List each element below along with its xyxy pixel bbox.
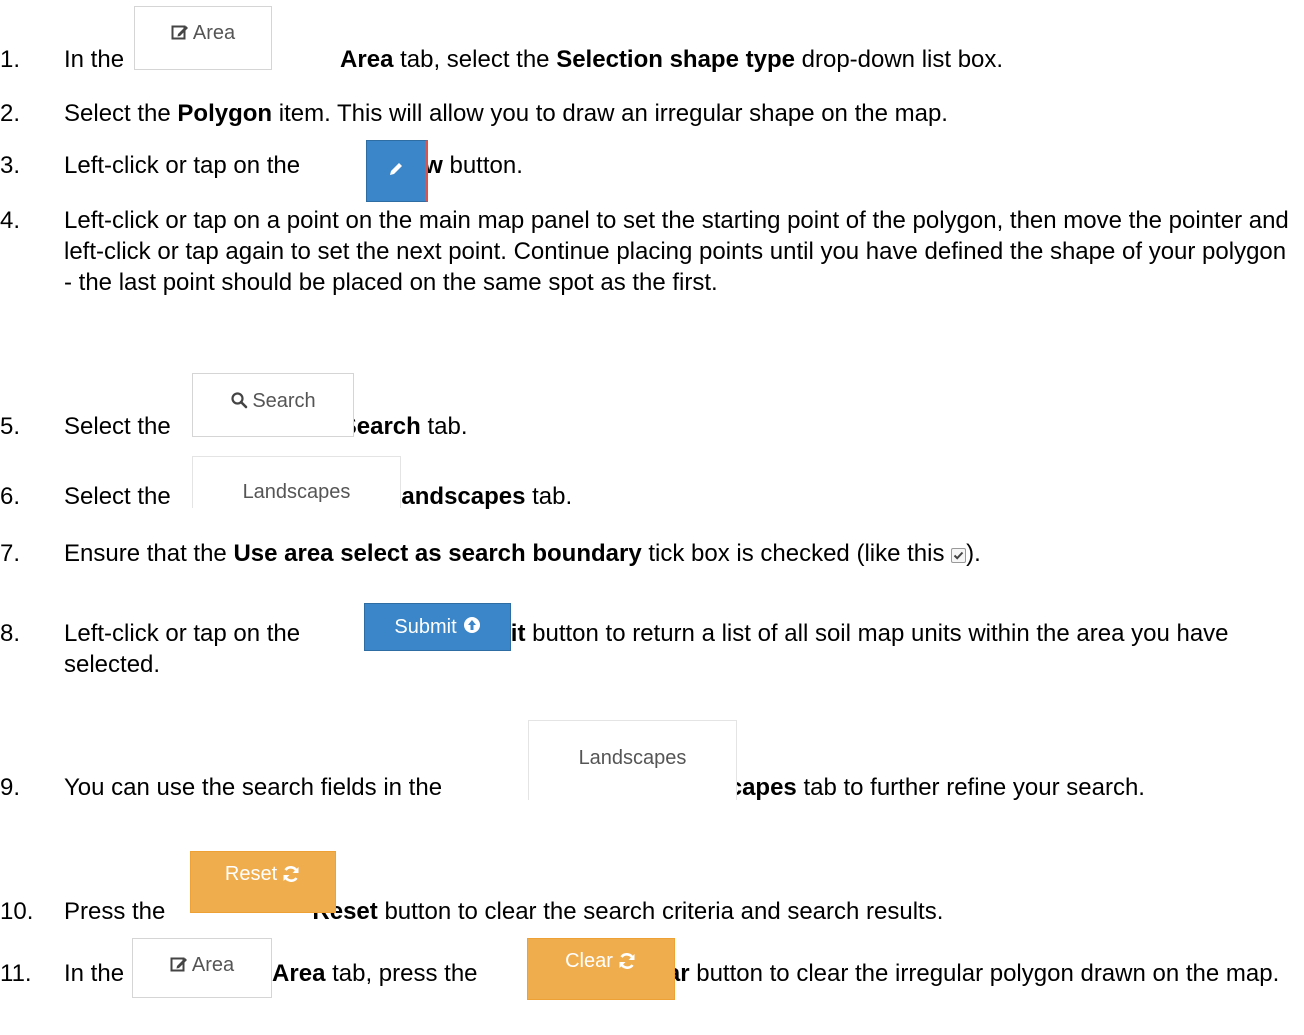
- draw-button[interactable]: [366, 140, 428, 202]
- edit-icon: [171, 23, 189, 45]
- search-tab-button[interactable]: Search: [192, 373, 354, 437]
- submit-button[interactable]: Submit: [364, 603, 511, 651]
- pencil-icon: [387, 160, 405, 182]
- clear-button[interactable]: Clear: [527, 938, 675, 1000]
- checkbox-icon: [951, 548, 967, 563]
- landscapes-tab-button-2[interactable]: Landscapes: [528, 720, 737, 800]
- arrow-up-circle-icon: [463, 616, 481, 638]
- area-tab-button-2[interactable]: Area: [132, 938, 272, 998]
- area-tab-button[interactable]: Area: [134, 6, 272, 70]
- refresh-icon: [281, 864, 301, 888]
- reset-button[interactable]: Reset: [190, 851, 336, 913]
- step-number: 1.: [0, 46, 21, 73]
- edit-icon: [170, 955, 188, 977]
- refresh-icon: [617, 951, 637, 975]
- landscapes-tab-button[interactable]: Landscapes: [192, 456, 401, 508]
- search-icon: [230, 391, 248, 413]
